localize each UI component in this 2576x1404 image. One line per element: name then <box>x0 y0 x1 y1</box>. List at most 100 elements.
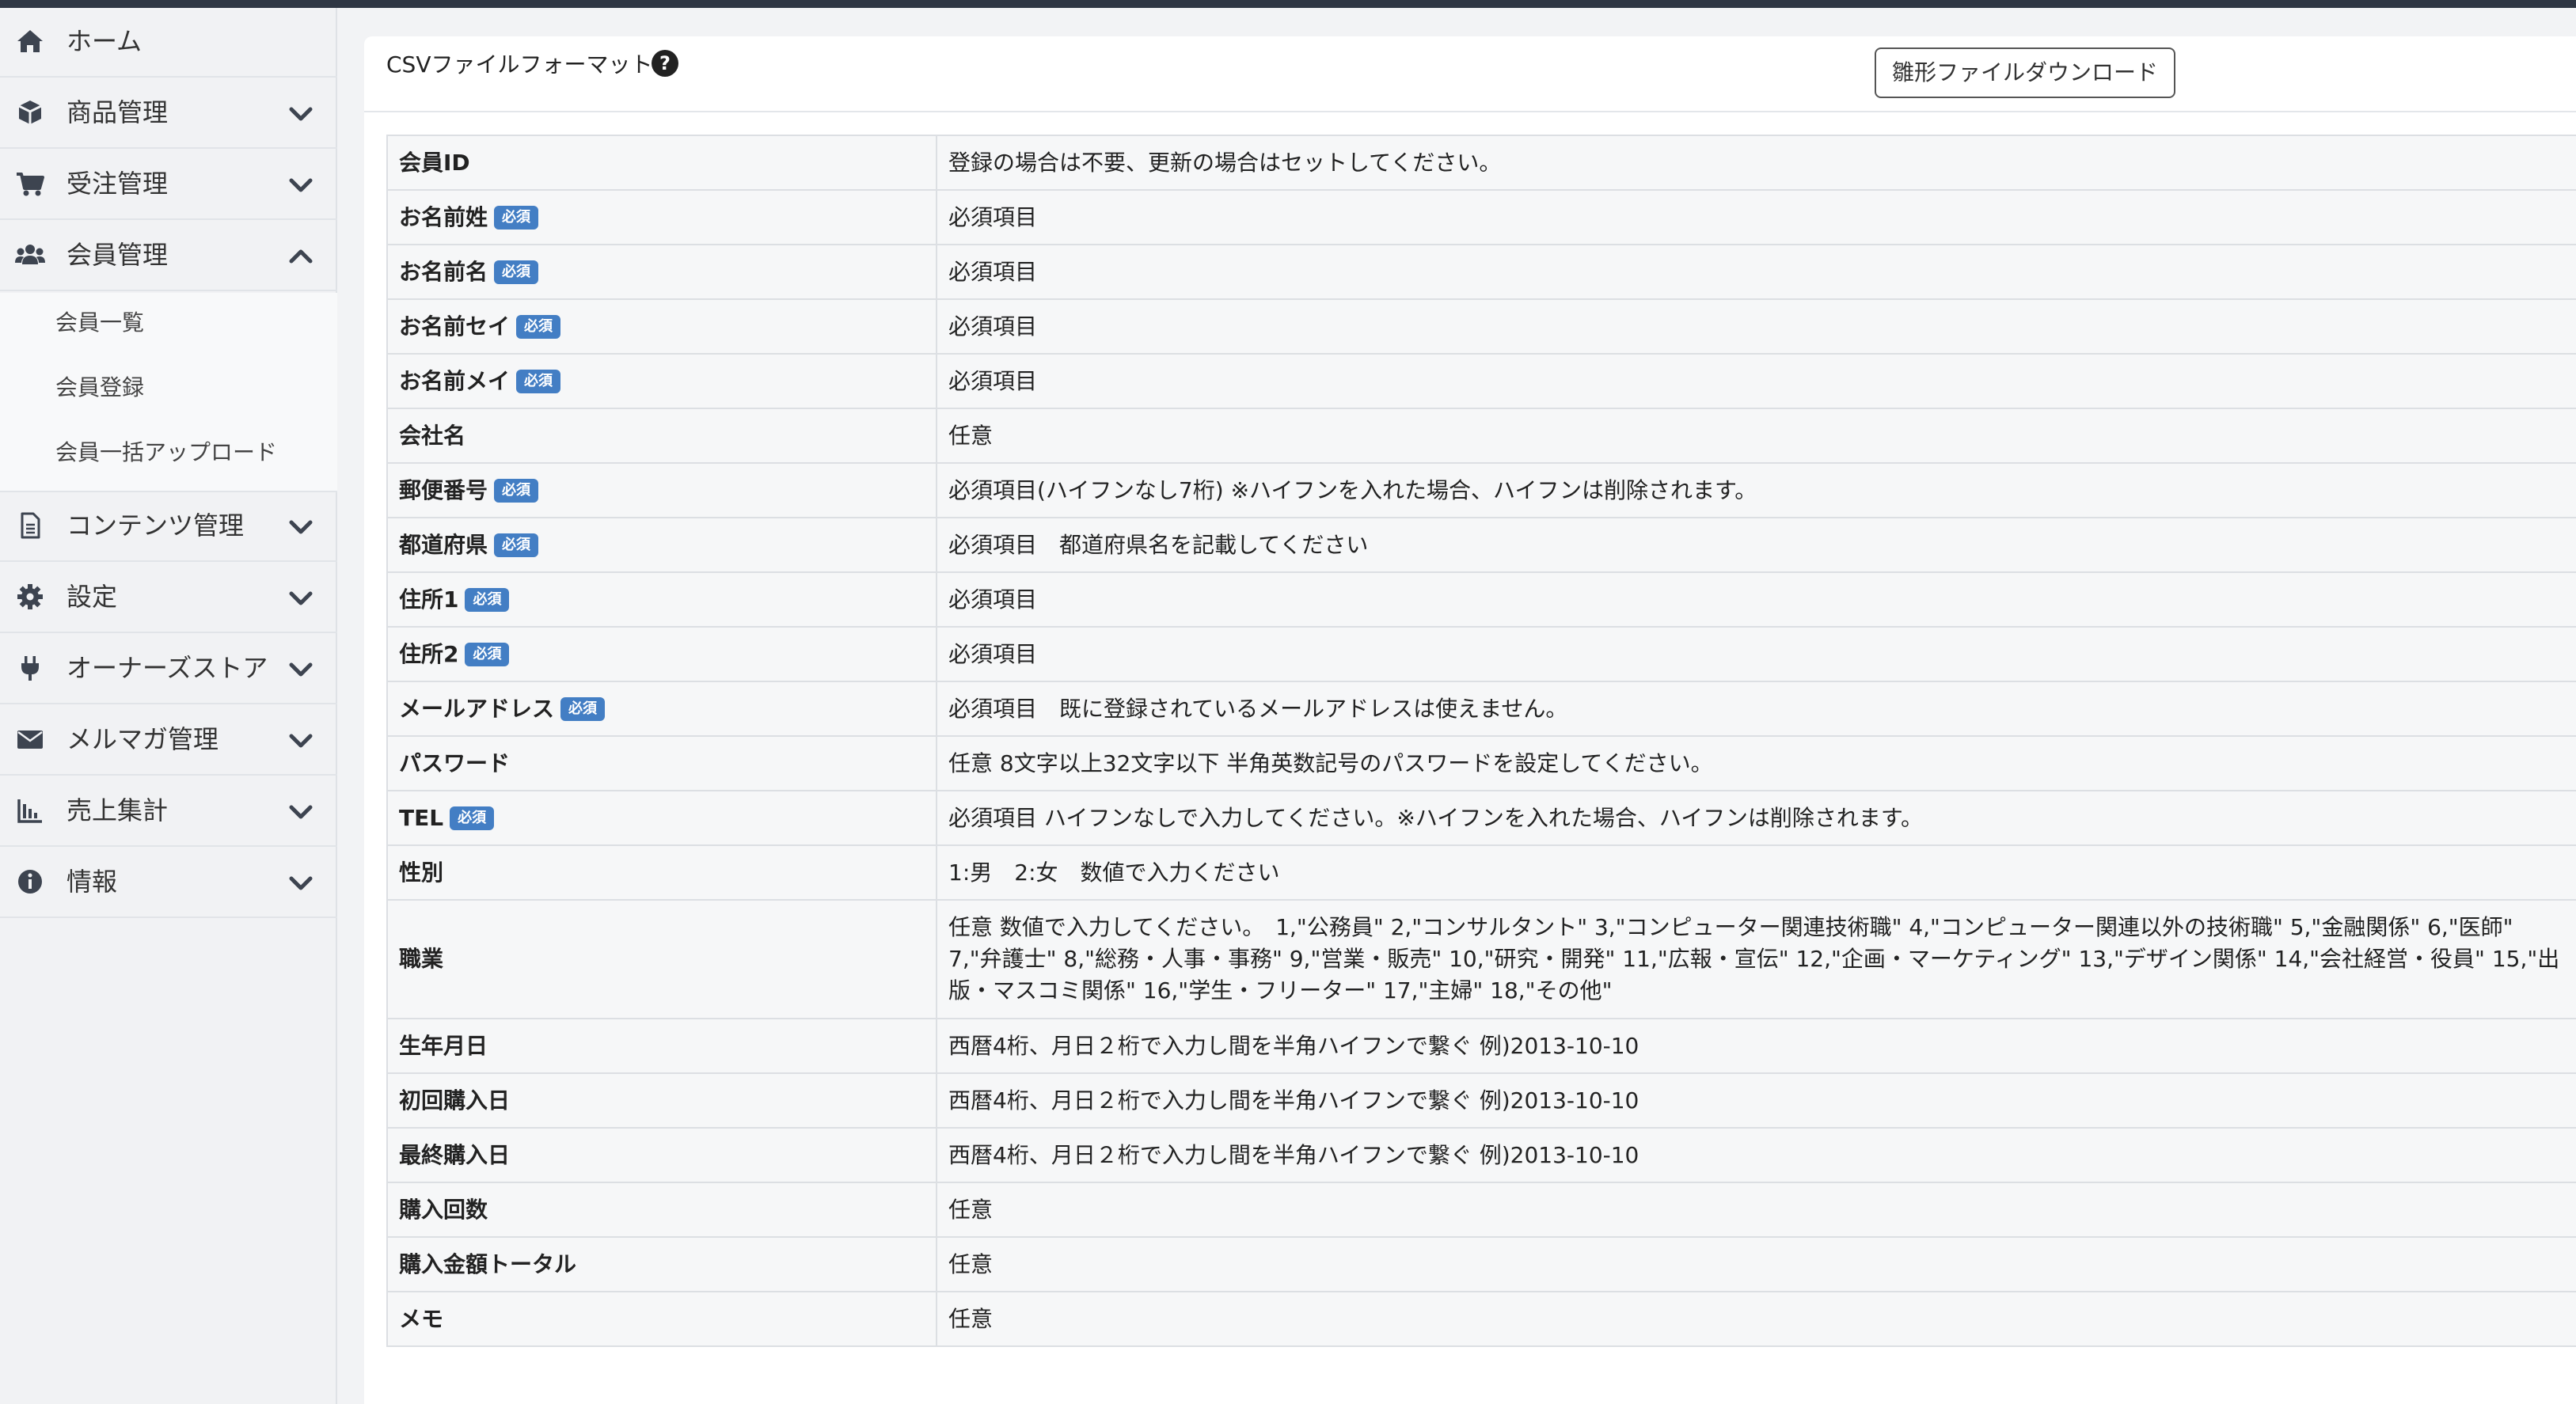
field-name: パスワード <box>399 749 511 776</box>
field-name-wrapper: メモ <box>399 1303 443 1335</box>
sidebar-item-label: コンテンツ管理 <box>66 510 245 541</box>
chevron-down-icon[interactable] <box>285 867 317 899</box>
table-row: TEL 必須 必須項目 ハイフンなしで入力してください。※ハイフンを入れた場合、ハイ… <box>386 791 2576 846</box>
field-description: 必須項目 <box>948 367 1038 394</box>
sidebar-item-members[interactable]: 会員管理 <box>0 222 337 291</box>
field-name-cell: 郵便番号 必須 <box>386 464 937 517</box>
chevron-down-icon[interactable] <box>285 582 317 614</box>
field-description: 必須項目 都道府県名を記載してください <box>948 531 1369 558</box>
submenu-item-member-bulk-upload[interactable]: 会員一括アップロード <box>55 437 277 469</box>
chevron-down-icon[interactable] <box>285 98 317 130</box>
field-name-cell: お名前セイ 必須 <box>386 300 937 353</box>
field-description: 必須項目 <box>948 640 1038 667</box>
field-name: 郵便番号 <box>399 476 488 503</box>
sidebar-item-settings[interactable]: 設定 <box>0 563 337 633</box>
field-description-cell: 任意 <box>948 1292 2576 1345</box>
field-description-cell: 1:男 2:女 数値で入力ください <box>948 846 2576 899</box>
field-name: 初回購入日 <box>399 1087 511 1114</box>
field-description-cell: 必須項目 <box>948 355 2576 408</box>
table-row: 最終購入日 西暦4桁、月日２桁で入力し間を半角ハイフンで繋ぐ 例)2013-10-… <box>386 1129 2576 1183</box>
field-name: お名前姓 <box>399 203 488 230</box>
download-template-button[interactable]: 雛形ファイルダウンロード <box>1875 47 2175 98</box>
field-description: 必須項目 <box>948 586 1038 613</box>
field-name: メールアドレス <box>399 695 555 722</box>
field-name-wrapper: お名前名 必須 <box>399 256 539 288</box>
field-description-cell: 西暦4桁、月日２桁で入力し間を半角ハイフンで繋ぐ 例)2013-10-10 <box>948 1129 2576 1182</box>
sidebar-item-label: 受注管理 <box>66 169 169 199</box>
card-title: CSVファイルフォーマット <box>386 51 653 78</box>
home-icon <box>14 25 46 57</box>
table-row: メールアドレス 必須 必須項目 既に登録されているメールアドレスは使えません。 <box>386 682 2576 737</box>
field-name-wrapper: 購入金額トータル <box>399 1249 576 1281</box>
field-name: お名前名 <box>399 258 488 285</box>
field-description: 任意 <box>948 1305 994 1332</box>
field-name-cell: メールアドレス 必須 <box>386 682 937 735</box>
field-description: 1:男 2:女 数値で入力ください <box>948 859 1280 886</box>
field-name: 会員ID <box>399 149 470 176</box>
field-name: 住所1 <box>399 586 459 613</box>
field-name-cell: 住所1 必須 <box>386 573 937 626</box>
submenu-item-member-list[interactable]: 会員一覧 <box>55 307 144 339</box>
table-row: 住所1 必須 必須項目 <box>386 573 2576 628</box>
users-icon <box>14 239 46 271</box>
field-description: 必須項目 既に登録されているメールアドレスは使えません。 <box>948 695 1568 722</box>
sidebar-item-sales-report[interactable]: 売上集計 <box>0 777 337 847</box>
field-description: 任意 8文字以上32文字以下 半角英数記号のパスワードを設定してください。 <box>948 749 1713 776</box>
sidebar-item-label: 会員管理 <box>66 240 169 270</box>
sidebar-item-products[interactable]: 商品管理 <box>0 79 337 149</box>
submenu-item-member-register[interactable]: 会員登録 <box>55 372 144 404</box>
field-name-cell: メモ <box>386 1292 937 1345</box>
file-icon <box>14 510 46 541</box>
field-description-cell: 任意 <box>948 409 2576 462</box>
members-submenu: 会員一覧 会員登録 会員一括アップロード <box>0 293 337 492</box>
required-badge: 必須 <box>560 696 606 721</box>
field-name-cell: 最終購入日 <box>386 1129 937 1182</box>
field-name-cell: 生年月日 <box>386 1019 937 1072</box>
field-description-cell: 必須項目 <box>948 245 2576 298</box>
chevron-down-icon[interactable] <box>285 654 317 685</box>
question-circle-icon[interactable]: ? <box>651 49 679 78</box>
chevron-down-icon[interactable] <box>285 796 317 828</box>
field-name: 会社名 <box>399 422 466 449</box>
field-description-cell: 必須項目(ハイフンなし7桁) ※ハイフンを入れた場合、ハイフンは削除されます。 <box>948 464 2576 517</box>
field-name-wrapper: TEL 必須 <box>399 803 495 834</box>
field-description-cell: 必須項目 都道府県名を記載してください <box>948 518 2576 571</box>
chevron-down-icon[interactable] <box>285 725 317 757</box>
sidebar-item-orders[interactable]: 受注管理 <box>0 150 337 220</box>
field-name-wrapper: メールアドレス 必須 <box>399 693 606 725</box>
field-name-cell: 都道府県 必須 <box>386 518 937 571</box>
sidebar-item-info[interactable]: 情報 <box>0 848 337 918</box>
field-name-cell: お名前メイ 必須 <box>386 355 937 408</box>
field-name-wrapper: 会社名 <box>399 420 465 452</box>
required-badge: 必須 <box>450 806 495 830</box>
table-row: パスワード 任意 8文字以上32文字以下 半角英数記号のパスワードを設定してくださ… <box>386 737 2576 791</box>
chart-icon <box>14 795 46 826</box>
field-name: 性別 <box>399 859 444 886</box>
sidebar-item-contents[interactable]: コンテンツ管理 <box>0 492 337 562</box>
sidebar-item-owners-store[interactable]: オーナーズストア <box>0 635 337 704</box>
required-badge: 必須 <box>465 642 510 666</box>
sidebar: ホーム 商品管理 受注管理 会員管理 会員一覧 会員登録 会員一括アップロード <box>0 8 337 1404</box>
table-row: 生年月日 西暦4桁、月日２桁で入力し間を半角ハイフンで繋ぐ 例)2013-10-1… <box>386 1019 2576 1074</box>
card-header: CSVファイルフォーマット ? 雛形ファイルダウンロード <box>364 36 2576 112</box>
table-row: 都道府県 必須 必須項目 都道府県名を記載してください <box>386 518 2576 573</box>
table-row: 購入回数 任意 <box>386 1183 2576 1238</box>
chevron-down-icon[interactable] <box>285 169 317 201</box>
sidebar-item-label: オーナーズストア <box>66 653 268 683</box>
svg-text:?: ? <box>659 52 671 74</box>
chevron-up-icon[interactable] <box>285 241 317 272</box>
field-name-cell: TEL 必須 <box>386 791 937 844</box>
field-name-cell: 性別 <box>386 846 937 899</box>
required-badge: 必須 <box>494 533 539 557</box>
field-description-cell: 必須項目 既に登録されているメールアドレスは使えません。 <box>948 682 2576 735</box>
field-name-cell: 購入金額トータル <box>386 1238 937 1291</box>
chevron-down-icon[interactable] <box>285 511 317 543</box>
plug-icon <box>14 652 46 684</box>
sidebar-item-home[interactable]: ホーム <box>0 8 337 78</box>
cart-icon <box>14 168 46 199</box>
field-name-cell: 住所2 必須 <box>386 628 937 681</box>
field-name-wrapper: 性別 <box>399 857 443 889</box>
field-description: 任意 <box>948 1196 994 1223</box>
sidebar-item-mail-magazine[interactable]: メルマガ管理 <box>0 706 337 776</box>
sidebar-item-label: ホーム <box>66 26 142 56</box>
